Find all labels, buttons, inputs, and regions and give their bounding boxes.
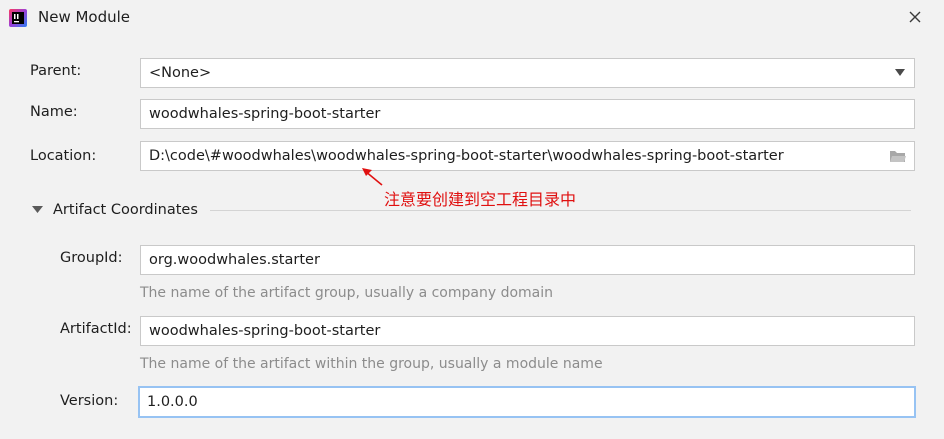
chevron-down-icon [895, 69, 905, 76]
groupid-label: GroupId: [60, 250, 123, 266]
groupid-hint: The name of the artifact group, usually … [140, 285, 553, 301]
groupid-input[interactable]: org.woodwhales.starter [140, 245, 915, 275]
intellij-idea-icon [9, 9, 27, 27]
location-label: Location: [30, 148, 97, 164]
title-bar: New Module [0, 0, 944, 34]
version-input[interactable]: 1.0.0.0 [138, 386, 916, 418]
annotation-arrow-icon [362, 168, 383, 186]
version-label: Version: [60, 393, 119, 409]
artifact-coordinates-toggle[interactable]: Artifact Coordinates [32, 199, 198, 221]
artifactid-hint: The name of the artifact within the grou… [140, 356, 603, 372]
section-divider [210, 210, 911, 211]
close-icon [909, 11, 921, 23]
parent-label: Parent: [30, 63, 82, 79]
artifact-coordinates-title: Artifact Coordinates [53, 202, 198, 218]
location-input[interactable]: D:\code\#woodwhales\woodwhales-spring-bo… [140, 141, 915, 171]
close-button[interactable] [898, 1, 932, 33]
artifactid-label: ArtifactId: [60, 321, 132, 337]
name-input[interactable]: woodwhales-spring-boot-starter [140, 99, 915, 129]
parent-value: <None> [149, 65, 212, 81]
parent-dropdown[interactable]: <None> [140, 58, 915, 88]
annotation-text: 注意要创建到空工程目录中 [384, 190, 577, 209]
window-title: New Module [38, 8, 131, 26]
location-value: D:\code\#woodwhales\woodwhales-spring-bo… [149, 148, 784, 164]
name-label: Name: [30, 104, 78, 120]
triangle-down-icon [32, 206, 43, 213]
folder-icon[interactable] [889, 149, 907, 163]
artifactid-input[interactable]: woodwhales-spring-boot-starter [140, 316, 915, 346]
